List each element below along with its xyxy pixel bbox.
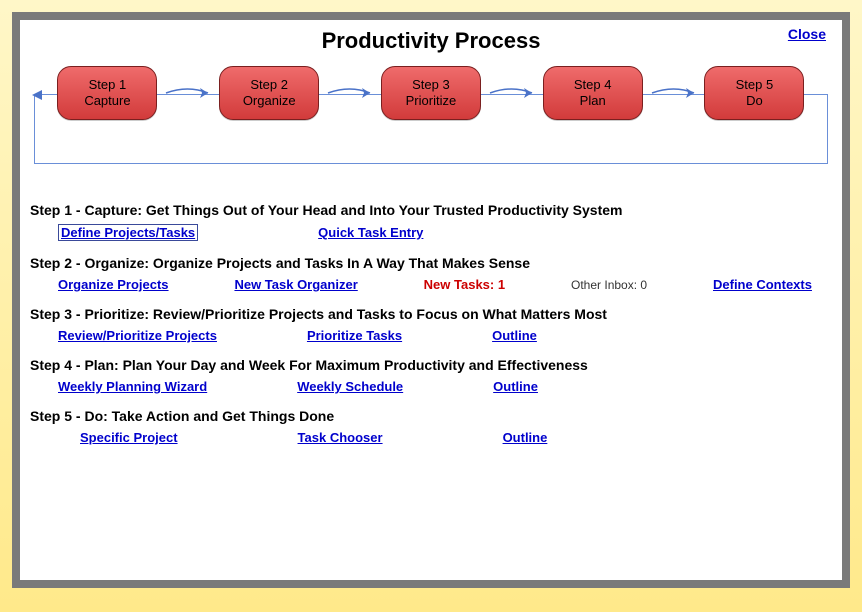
step1-links-row: Define Projects/Tasks Quick Task Entry <box>30 224 832 241</box>
step-name: Prioritize <box>406 93 457 109</box>
arrow-icon <box>326 83 374 103</box>
other-inbox-indicator: Other Inbox: 0 <box>571 278 647 292</box>
step-name: Plan <box>580 93 606 109</box>
steps-row: Step 1 Capture Step 2 Organize Step 3 Pr… <box>34 66 828 120</box>
step4-links-row: Weekly Planning Wizard Weekly Schedule O… <box>30 379 832 394</box>
process-flow-diagram: Step 1 Capture Step 2 Organize Step 3 Pr… <box>34 62 828 172</box>
section-heading-step3: Step 3 - Prioritize: Review/Prioritize P… <box>30 306 832 322</box>
step-node-do: Step 5 Do <box>704 66 804 120</box>
step-num: Step 1 <box>89 77 127 93</box>
step2-links-row: Organize Projects New Task Organizer New… <box>30 277 832 292</box>
link-review-prioritize-projects[interactable]: Review/Prioritize Projects <box>58 328 217 343</box>
step-name: Organize <box>243 93 296 109</box>
section-heading-step2: Step 2 - Organize: Organize Projects and… <box>30 255 832 271</box>
section-heading-step1: Step 1 - Capture: Get Things Out of Your… <box>30 202 832 218</box>
new-tasks-count: 1 <box>498 277 505 292</box>
link-prioritize-tasks[interactable]: Prioritize Tasks <box>307 328 402 343</box>
link-quick-task-entry[interactable]: Quick Task Entry <box>318 225 423 240</box>
step-num: Step 2 <box>250 77 288 93</box>
link-define-contexts[interactable]: Define Contexts <box>713 277 812 292</box>
link-task-chooser[interactable]: Task Chooser <box>298 430 383 445</box>
close-button[interactable]: Close <box>788 26 826 42</box>
link-organize-projects[interactable]: Organize Projects <box>58 277 169 292</box>
arrow-icon <box>164 83 212 103</box>
step3-links-row: Review/Prioritize Projects Prioritize Ta… <box>30 328 832 343</box>
link-outline-step5[interactable]: Outline <box>503 430 548 445</box>
step5-links-row: Specific Project Task Chooser Outline <box>30 430 832 445</box>
step-num: Step 4 <box>574 77 612 93</box>
step-node-organize: Step 2 Organize <box>219 66 319 120</box>
section-heading-step5: Step 5 - Do: Take Action and Get Things … <box>30 408 832 424</box>
new-tasks-indicator: New Tasks: 1 <box>424 277 505 292</box>
step-node-plan: Step 4 Plan <box>543 66 643 120</box>
step-name: Capture <box>84 93 130 109</box>
other-inbox-count: 0 <box>640 278 647 292</box>
link-weekly-schedule[interactable]: Weekly Schedule <box>297 379 403 394</box>
link-weekly-planning-wizard[interactable]: Weekly Planning Wizard <box>58 379 207 394</box>
step-node-prioritize: Step 3 Prioritize <box>381 66 481 120</box>
step-node-capture: Step 1 Capture <box>57 66 157 120</box>
link-outline-step4[interactable]: Outline <box>493 379 538 394</box>
other-inbox-label: Other Inbox: <box>571 278 637 292</box>
dialog-frame: Close Productivity Process Step 1 Captur… <box>12 12 850 588</box>
link-define-projects-tasks[interactable]: Define Projects/Tasks <box>58 224 198 241</box>
link-specific-project[interactable]: Specific Project <box>80 430 178 445</box>
step-name: Do <box>746 93 763 109</box>
section-heading-step4: Step 4 - Plan: Plan Your Day and Week Fo… <box>30 357 832 373</box>
arrow-icon <box>650 83 698 103</box>
link-outline-step3[interactable]: Outline <box>492 328 537 343</box>
arrow-icon <box>488 83 536 103</box>
link-new-task-organizer[interactable]: New Task Organizer <box>234 277 357 292</box>
step-num: Step 5 <box>736 77 774 93</box>
new-tasks-label: New Tasks: <box>424 277 495 292</box>
step-num: Step 3 <box>412 77 450 93</box>
page-title: Productivity Process <box>30 28 832 54</box>
